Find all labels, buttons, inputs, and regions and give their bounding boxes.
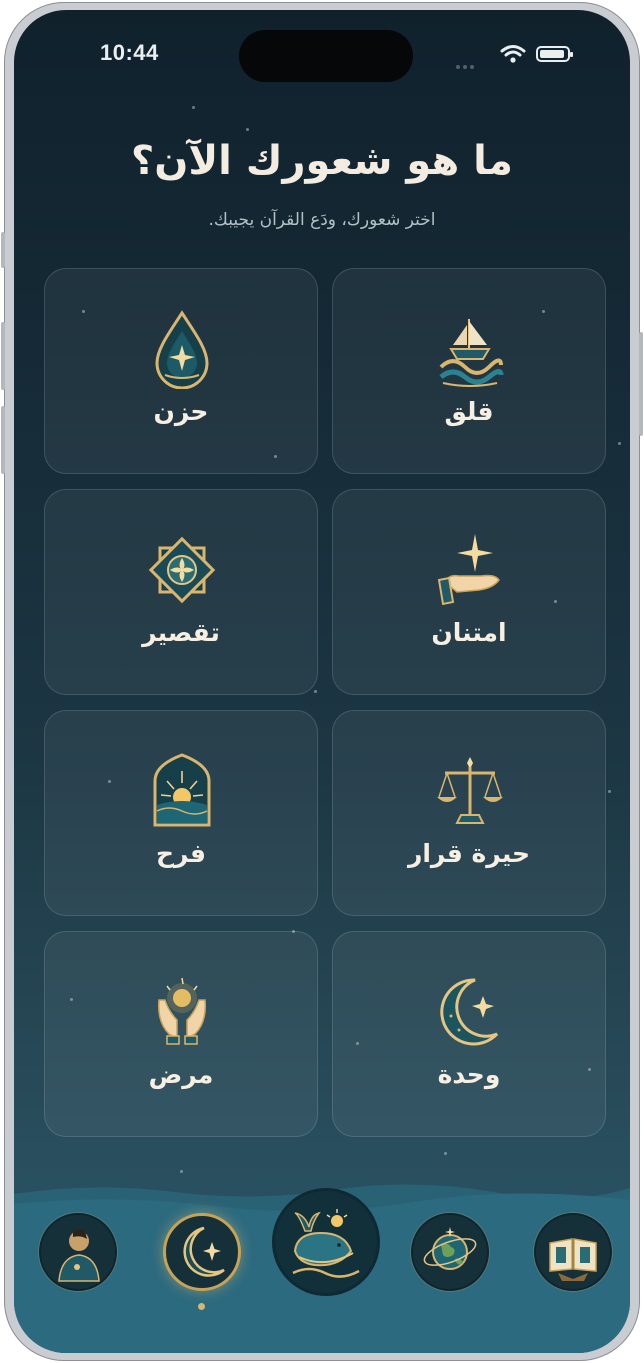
status-bar: 10:44 xyxy=(14,10,630,90)
nav-moods-button[interactable] xyxy=(163,1213,241,1291)
page-title: ما هو شعورك الآن؟ xyxy=(131,138,513,184)
hand-star-icon xyxy=(437,534,500,606)
nav-quran-button[interactable] xyxy=(534,1213,612,1291)
mood-label: حيرة قرار xyxy=(407,839,531,868)
volume-up-button xyxy=(1,322,5,390)
volume-down-button xyxy=(1,406,5,474)
app-screen: 10:44 ما هو شعورك الآن؟ اختر شعورك، ودَع… xyxy=(14,10,630,1353)
dynamic-island xyxy=(239,30,413,82)
crescent-star-icon xyxy=(183,1226,225,1277)
mood-card-anxiety[interactable]: قلق xyxy=(332,268,606,474)
phone-frame: 10:44 ما هو شعورك الآن؟ اختر شعورك، ودَع… xyxy=(1,2,643,1361)
wifi-icon xyxy=(500,45,526,63)
nav-profile-button[interactable] xyxy=(39,1213,117,1291)
globe-icon xyxy=(423,1227,477,1270)
mood-card-illness[interactable]: مرض xyxy=(44,931,318,1137)
whale-icon xyxy=(292,1209,360,1278)
status-time: 10:44 xyxy=(100,40,159,65)
mood-card-loneliness[interactable]: وحدة xyxy=(332,931,606,1137)
scales-icon xyxy=(437,757,503,824)
active-indicator-dot xyxy=(198,1303,205,1310)
page-subtitle: اختر شعورك، ودَع القرآن يجيبك. xyxy=(208,210,436,230)
sunrise-arch-icon xyxy=(153,753,211,827)
mood-label: وحدة xyxy=(437,1060,501,1089)
mood-card-shortcoming[interactable]: تقصير xyxy=(44,489,318,695)
quran-book-icon xyxy=(549,1238,597,1281)
teardrop-icon xyxy=(155,310,209,389)
nav-explore-button[interactable] xyxy=(411,1213,489,1291)
ship-waves-icon xyxy=(439,319,504,387)
geometric-flower-icon xyxy=(148,536,216,604)
mood-label: فرح xyxy=(156,839,206,868)
mood-label: حزن xyxy=(153,397,209,426)
signal-icon xyxy=(456,54,477,73)
mood-card-sadness[interactable]: حزن xyxy=(44,268,318,474)
person-icon xyxy=(58,1229,100,1282)
silent-switch xyxy=(1,232,5,268)
mood-card-gratitude[interactable]: امتنان xyxy=(332,489,606,695)
crescent-star-icon xyxy=(440,978,499,1046)
mood-card-indecision[interactable]: حيرة قرار xyxy=(332,710,606,916)
power-button xyxy=(639,332,643,436)
mood-label: امتنان xyxy=(431,618,507,647)
praying-hands-icon xyxy=(157,977,207,1045)
mood-label: تقصير xyxy=(142,618,220,647)
mood-card-joy[interactable]: فرح xyxy=(44,710,318,916)
mood-label: مرض xyxy=(148,1060,214,1089)
mood-label: قلق xyxy=(444,397,494,426)
nav-home-button[interactable] xyxy=(272,1188,380,1296)
battery-icon xyxy=(536,46,573,62)
bottom-nav xyxy=(14,1188,630,1350)
